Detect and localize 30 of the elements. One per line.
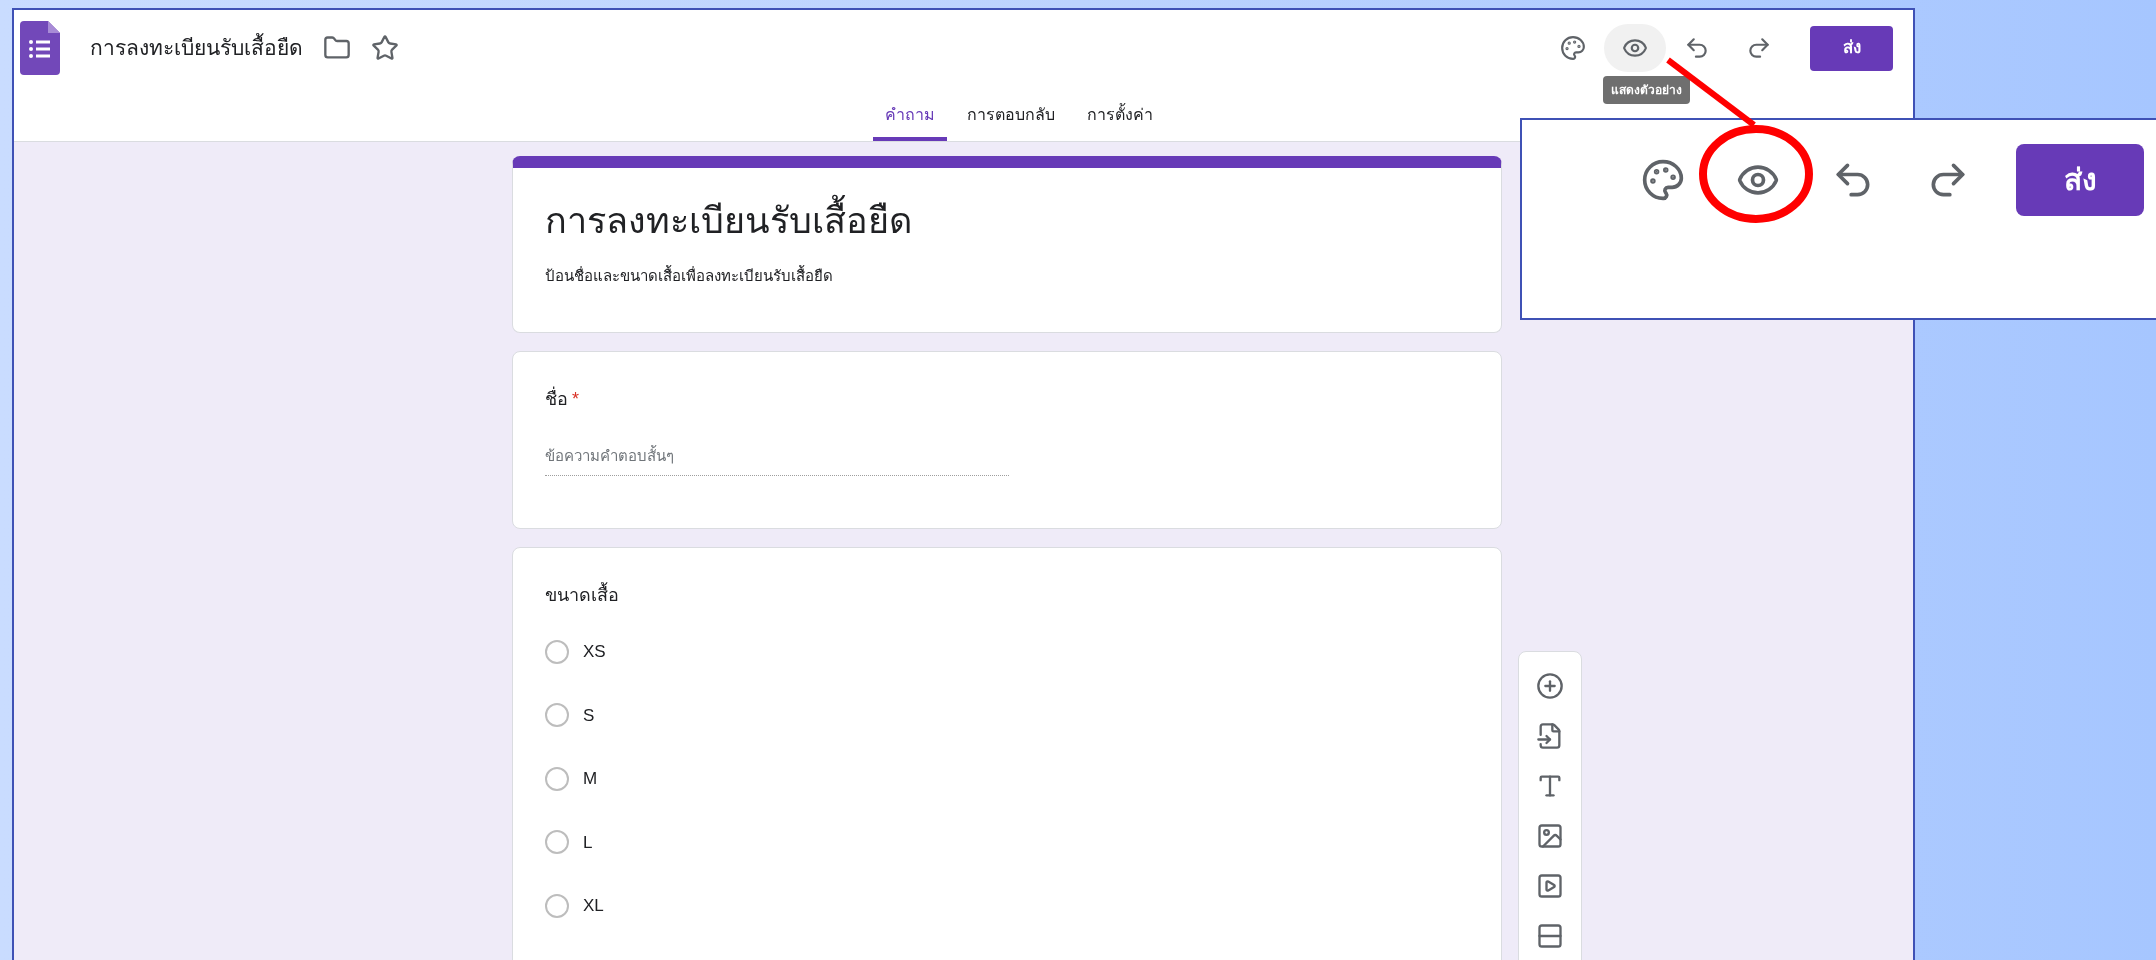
document-title[interactable]: การลงทะเบียนรับเสื้อยืด [90, 32, 303, 64]
video-icon[interactable] [1536, 872, 1564, 900]
send-button[interactable]: ส่ง [2016, 143, 2144, 216]
preview-eye-icon[interactable] [1604, 24, 1666, 72]
image-icon[interactable] [1536, 822, 1564, 850]
radio-button[interactable] [545, 639, 569, 664]
option-label: XS [583, 641, 606, 663]
short-answer-field[interactable]: ข้อความคำตอบสั้นๆ [545, 444, 1009, 476]
add-question-icon[interactable] [1536, 672, 1564, 700]
forms-logo-icon[interactable] [20, 21, 60, 75]
option-label: S [583, 704, 595, 727]
question-title: ขนาดเสื้อ [545, 582, 619, 609]
required-asterisk: * [572, 387, 579, 411]
question-title: ชื่อ [545, 385, 568, 411]
tab[interactable]: การตอบกลับ [954, 103, 1067, 141]
send-button[interactable]: ส่ง [1810, 25, 1893, 71]
tab[interactable]: การตั้งค่า [1074, 103, 1165, 141]
star-icon[interactable] [371, 34, 399, 62]
folder-icon[interactable] [323, 34, 351, 62]
option-label: L [583, 831, 593, 854]
tab[interactable]: คำถาม [872, 103, 947, 141]
tooltip: แสดงตัวอย่าง [1603, 76, 1690, 104]
form-description: ป้อนชื่อและขนาดเสื้อเพื่อลงทะเบียนรับเสื้อยืด [545, 265, 834, 286]
radio-button[interactable] [545, 703, 569, 728]
radio-button[interactable] [545, 830, 569, 855]
radio-button[interactable] [545, 766, 569, 791]
option-label: M [583, 768, 598, 790]
option-label: XL [583, 895, 604, 917]
section-icon[interactable] [1536, 922, 1564, 950]
radio-button[interactable] [545, 893, 569, 918]
